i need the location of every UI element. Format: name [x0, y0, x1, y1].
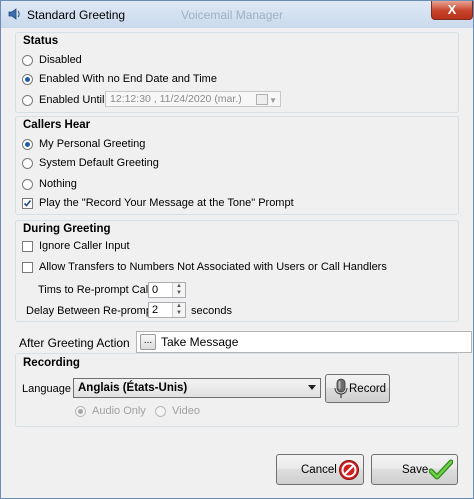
cancel-icon — [338, 459, 360, 484]
callers-option-personal[interactable]: My Personal Greeting — [22, 138, 145, 150]
audio-only-option[interactable]: Audio Only — [75, 405, 146, 417]
ignore-input-label: Ignore Caller Input — [39, 240, 130, 252]
video-option[interactable]: Video — [155, 405, 200, 417]
delay-unit: seconds — [191, 305, 232, 317]
radio-audio-only[interactable] — [75, 405, 86, 417]
allow-transfers-label: Allow Transfers to Numbers Not Associate… — [39, 261, 387, 273]
video-label: Video — [172, 405, 200, 417]
dialog-window: Standard Greeting Voicemail Manager X St… — [0, 0, 474, 499]
stepper-up-icon[interactable]: ▲ — [173, 303, 185, 310]
status-option-label: Enabled With no End Date and Time — [39, 73, 217, 85]
reprompt-label: Tims to Re-prompt Caller: — [38, 284, 164, 296]
radio-enabled-no-end[interactable] — [22, 73, 33, 85]
window-title: Standard Greeting — [27, 8, 126, 22]
status-option-until[interactable]: Enabled Until: — [22, 94, 108, 106]
callers-hear-title: Callers Hear — [23, 119, 91, 131]
title-bar: Standard Greeting Voicemail Manager X — [1, 1, 473, 28]
radio-personal-greeting[interactable] — [22, 138, 33, 150]
during-greeting-title: During Greeting — [23, 223, 111, 235]
reprompt-stepper[interactable]: 0 ▲ ▼ — [148, 282, 186, 298]
save-label: Save — [402, 464, 429, 476]
after-greeting-value: Take Message — [161, 335, 239, 349]
window-ghost-title: Voicemail Manager — [181, 8, 284, 22]
after-greeting-label: After Greeting Action — [19, 336, 130, 350]
callers-option-label: System Default Greeting — [39, 157, 159, 169]
audio-only-label: Audio Only — [92, 405, 146, 417]
callers-option-nothing[interactable]: Nothing — [22, 178, 77, 190]
stepper-down-icon[interactable]: ▼ — [173, 310, 185, 317]
status-option-label: Disabled — [39, 54, 82, 66]
allow-transfers-option[interactable]: Allow Transfers to Numbers Not Associate… — [22, 261, 387, 273]
cancel-button[interactable]: Cancel — [276, 454, 364, 485]
status-option-enabled[interactable]: Enabled With no End Date and Time — [22, 73, 217, 85]
play-prompt-option[interactable]: Play the "Record Your Message at the Ton… — [22, 197, 294, 209]
browse-button[interactable]: ... — [140, 334, 156, 350]
checkmark-icon — [428, 459, 454, 484]
until-datetime-picker[interactable]: 12:12:30 , 11/24/2020 (mar.) ▼ — [105, 91, 281, 107]
radio-video[interactable] — [155, 405, 166, 417]
language-select[interactable]: Anglais (États-Unis) — [73, 378, 321, 398]
cancel-label: Cancel — [301, 464, 337, 476]
save-button[interactable]: Save — [371, 454, 458, 485]
callers-option-system[interactable]: System Default Greeting — [22, 157, 159, 169]
allow-transfers-checkbox[interactable] — [22, 261, 33, 273]
delay-stepper[interactable]: 2 ▲ ▼ — [148, 302, 186, 318]
checkmark-icon — [23, 199, 32, 207]
status-option-disabled[interactable]: Disabled — [22, 54, 82, 66]
close-icon: X — [447, 2, 457, 17]
speaker-icon — [8, 7, 22, 24]
delay-label: Delay Between Re-prompts: — [26, 305, 164, 317]
ignore-input-checkbox[interactable] — [22, 240, 33, 252]
delay-value: 2 — [152, 304, 159, 316]
after-greeting-field[interactable]: ... Take Message — [136, 331, 472, 353]
ignore-input-option[interactable]: Ignore Caller Input — [22, 240, 130, 252]
until-datetime-value: 12:12:30 , 11/24/2020 (mar.) — [110, 93, 242, 105]
play-prompt-label: Play the "Record Your Message at the Ton… — [39, 197, 294, 209]
callers-option-label: Nothing — [39, 178, 77, 190]
callers-option-label: My Personal Greeting — [39, 138, 146, 150]
stepper-up-icon[interactable]: ▲ — [173, 283, 185, 290]
status-title: Status — [23, 35, 59, 47]
stepper-down-icon[interactable]: ▼ — [173, 290, 185, 297]
microphone-icon — [332, 378, 350, 403]
status-option-label: Enabled Until: — [39, 94, 108, 106]
language-label: Language — [22, 383, 71, 395]
close-button[interactable]: X — [431, 1, 473, 20]
record-label: Record — [349, 383, 387, 395]
language-value: Anglais (États-Unis) — [78, 382, 188, 394]
chevron-down-icon: ▼ — [269, 96, 277, 105]
reprompt-value: 0 — [152, 284, 159, 296]
calendar-icon — [256, 94, 268, 105]
radio-system-greeting[interactable] — [22, 157, 33, 169]
radio-nothing[interactable] — [22, 178, 33, 190]
chevron-down-icon — [308, 385, 316, 390]
play-prompt-checkbox[interactable] — [22, 197, 33, 209]
radio-enabled-until[interactable] — [22, 94, 33, 106]
recording-title: Recording — [23, 357, 80, 369]
radio-disabled[interactable] — [22, 54, 33, 66]
record-button[interactable]: Record — [325, 374, 390, 403]
